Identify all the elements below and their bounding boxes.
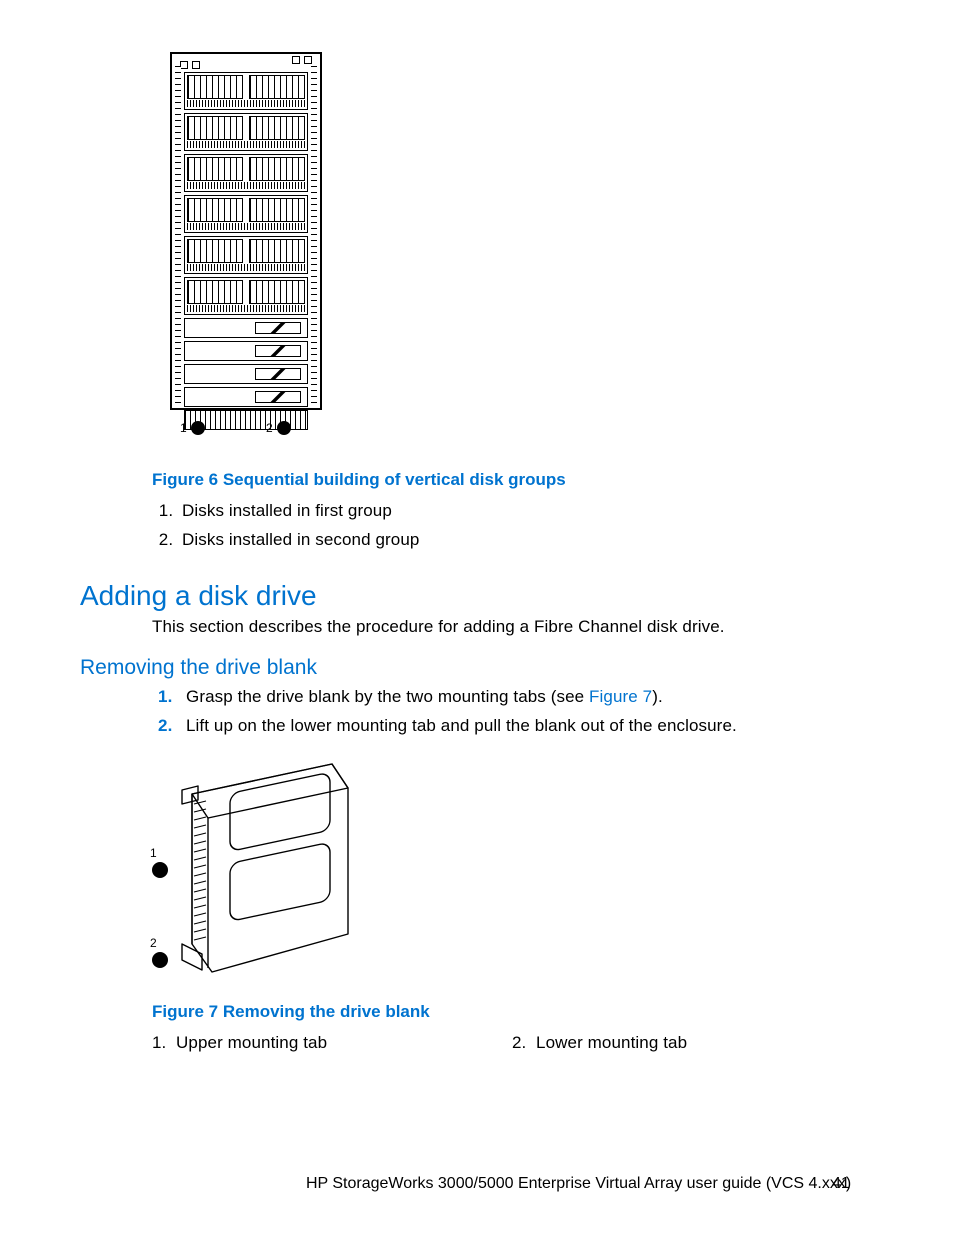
step-text: Grasp the drive blank by the two mountin…	[186, 687, 589, 706]
callout-number: 1	[150, 846, 157, 860]
callout-number: 2	[150, 936, 157, 950]
section-intro: This section describes the procedure for…	[152, 617, 725, 636]
figure-6-caption: Figure 6 Sequential building of vertical…	[152, 470, 872, 490]
footer-title: HP StorageWorks 3000/5000 Enterprise Vir…	[306, 1175, 851, 1193]
procedure-step: Lift up on the lower mounting tab and pu…	[180, 715, 872, 738]
step-text: Lift up on the lower mounting tab and pu…	[186, 716, 737, 735]
figure-7-diagram: 1 2	[152, 754, 362, 984]
figure-7-legend-item: Upper mounting tab	[176, 1033, 327, 1052]
section-heading: Adding a disk drive	[80, 580, 880, 612]
figure-6-callouts: 1 2	[178, 420, 318, 442]
figure-7-caption: Figure 7 Removing the drive blank	[152, 1002, 872, 1022]
procedure-step: Grasp the drive blank by the two mountin…	[180, 686, 872, 709]
callout-number: 1	[180, 421, 187, 435]
figure-7-legend-item: Lower mounting tab	[536, 1033, 687, 1052]
subsection-heading: Removing the drive blank	[80, 656, 880, 680]
page-number: 41	[832, 1175, 850, 1193]
figure-6-diagram	[170, 52, 322, 410]
step-text: ).	[652, 687, 663, 706]
figure-6-legend-item: Disks installed in second group	[178, 529, 872, 552]
callout-number: 2	[266, 421, 273, 435]
figure-6-legend-item: Disks installed in first group	[178, 500, 872, 523]
figure-7-link[interactable]: Figure 7	[589, 687, 652, 706]
